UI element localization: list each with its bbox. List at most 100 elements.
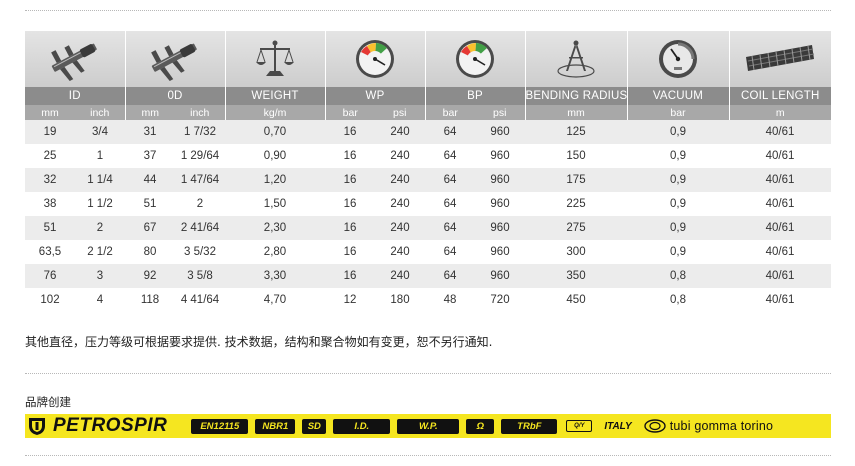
cell-id-inch: 3/4 (75, 120, 125, 144)
cell-od-inch: 3 5/8 (175, 264, 225, 288)
cell-bending-radius: 350 (525, 264, 627, 288)
id-icon-cell (25, 31, 126, 87)
unit-od-inch: inch (175, 105, 226, 120)
spec-table: ID 0D WEIGHT WP BP BENDING RADIUS VACUUM… (25, 31, 831, 312)
tag-qy: Q/Y (566, 420, 593, 432)
cell-weight: 1,20 (225, 168, 325, 192)
cell-coil-length: 40/61 (729, 120, 831, 144)
cell-id-mm: 38 (25, 192, 75, 216)
bp-icon-cell (425, 31, 526, 87)
wp-icon-cell (325, 31, 426, 87)
top-divider (25, 10, 831, 11)
cell-od-inch: 1 47/64 (175, 168, 225, 192)
od-header: 0D (125, 87, 226, 105)
cell-bending-radius: 175 (525, 168, 627, 192)
pressure-gauge-icon (356, 40, 394, 78)
cell-vacuum: 0,9 (627, 168, 729, 192)
country-label: ITALY (604, 420, 632, 432)
cell-bending-radius: 125 (525, 120, 627, 144)
cell-bp-psi: 960 (475, 120, 525, 144)
cell-vacuum: 0,9 (627, 144, 729, 168)
cell-wp-bar: 16 (325, 264, 375, 288)
tgt-logo-icon (644, 419, 666, 433)
tag-trbf: TRbF (501, 418, 558, 434)
cell-coil-length: 40/61 (729, 144, 831, 168)
cell-id-mm: 76 (25, 264, 75, 288)
cell-od-inch: 2 (175, 192, 225, 216)
table-row: 25 1 37 1 29/64 0,90 16 240 64 960 150 0,9 40/61 (25, 144, 831, 168)
cell-bp-bar: 64 (425, 192, 475, 216)
cell-bp-psi: 960 (475, 216, 525, 240)
unit-wp-bar: bar (325, 105, 375, 120)
bending-radius-icon-cell (525, 31, 628, 87)
unit-bp-bar: bar (425, 105, 475, 120)
cell-wp-psi: 240 (375, 216, 425, 240)
tag-wp: W.P. (397, 418, 460, 434)
vacuum-header: VACUUM (627, 87, 730, 105)
cell-wp-psi: 240 (375, 192, 425, 216)
cell-wp-psi: 240 (375, 144, 425, 168)
cell-od-inch: 3 5/32 (175, 240, 225, 264)
unit-id-inch: inch (75, 105, 126, 120)
unit-bp-psi: psi (475, 105, 526, 120)
caliper-icon (151, 43, 197, 82)
cell-wp-psi: 240 (375, 240, 425, 264)
table-row: 102 4 118 4 41/64 4,70 12 180 48 720 450 0,8 40/61 (25, 288, 831, 312)
vacuum-gauge-icon (659, 40, 697, 78)
weight-header: WEIGHT (225, 87, 326, 105)
cell-od-mm: 67 (125, 216, 175, 240)
cell-wp-psi: 240 (375, 168, 425, 192)
cell-bp-bar: 64 (425, 120, 475, 144)
table-row: 76 3 92 3 5/8 3,30 16 240 64 960 350 0,8 40/61 (25, 264, 831, 288)
cell-od-inch: 2 41/64 (175, 216, 225, 240)
cell-bp-bar: 64 (425, 168, 475, 192)
cell-vacuum: 0,9 (627, 192, 729, 216)
brand-name: PETROSPIR (53, 415, 168, 436)
tag-material: NBR1 (255, 418, 296, 434)
caliper-icon (50, 43, 97, 82)
wp-header: WP (325, 87, 426, 105)
tag-standard: EN12115 (191, 418, 249, 434)
pressure-gauge-icon (456, 40, 494, 78)
cell-coil-length: 40/61 (729, 288, 831, 312)
cell-id-mm: 19 (25, 120, 75, 144)
cell-id-mm: 63,5 (25, 240, 75, 264)
tag-omega: Ω (466, 418, 495, 434)
coil-length-header: COIL LENGTH (729, 87, 831, 105)
cell-id-mm: 51 (25, 216, 75, 240)
cell-vacuum: 0,9 (627, 120, 729, 144)
bp-header: BP (425, 87, 526, 105)
cell-id-mm: 25 (25, 144, 75, 168)
cell-coil-length: 40/61 (729, 192, 831, 216)
cell-wp-bar: 16 (325, 168, 375, 192)
table-row: 19 3/4 31 1 7/32 0,70 16 240 64 960 125 0,9 40/61 (25, 120, 831, 144)
unit-coil-length: m (729, 105, 831, 120)
cell-weight: 4,70 (225, 288, 325, 312)
coil-length-icon-cell (729, 31, 831, 87)
cell-vacuum: 0,9 (627, 240, 729, 264)
cell-bp-psi: 960 (475, 264, 525, 288)
maker-name: tubi gomma torino (669, 419, 774, 433)
cell-id-mm: 102 (25, 288, 75, 312)
cell-wp-bar: 12 (325, 288, 375, 312)
bending-radius-header: BENDING RADIUS (525, 87, 628, 105)
cell-bp-bar: 64 (425, 240, 475, 264)
brand-caption: 品牌创建 (25, 395, 71, 409)
cell-id-inch: 4 (75, 288, 125, 312)
cell-bending-radius: 450 (525, 288, 627, 312)
disclaimer-note: 其他直径，压力等级可根据要求提供. 技术数据，结构和聚合物如有变更，恕不另行通知… (25, 335, 493, 349)
cell-weight: 1,50 (225, 192, 325, 216)
cell-weight: 0,70 (225, 120, 325, 144)
cell-wp-bar: 16 (325, 216, 375, 240)
unit-vacuum: bar (627, 105, 730, 120)
cell-coil-length: 40/61 (729, 264, 831, 288)
id-header: ID (25, 87, 126, 105)
unit-wp-psi: psi (375, 105, 426, 120)
hose-marking-bar: PETROSPIR EN12115 NBR1 SD I.D. W.P. Ω TR… (25, 414, 831, 438)
od-icon-cell (125, 31, 226, 87)
cell-bending-radius: 225 (525, 192, 627, 216)
cell-bending-radius: 150 (525, 144, 627, 168)
cell-od-mm: 31 (125, 120, 175, 144)
tag-sd: SD (302, 418, 327, 434)
cell-vacuum: 0,8 (627, 288, 729, 312)
